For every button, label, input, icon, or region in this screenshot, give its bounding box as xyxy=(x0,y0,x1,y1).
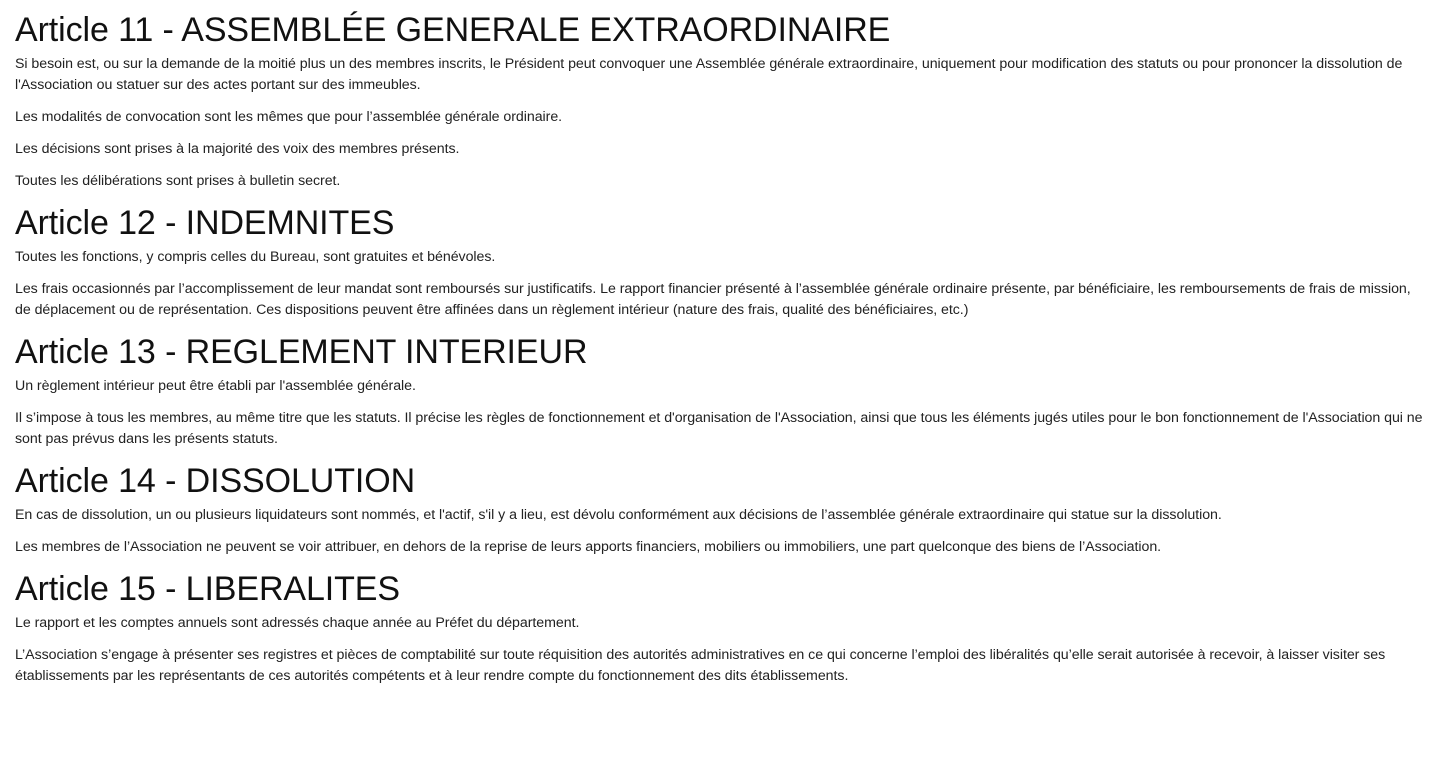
article-paragraph: Si besoin est, ou sur la demande de la m… xyxy=(15,56,1403,93)
article-paragraph: Les décisions sont prises à la majorité … xyxy=(15,141,460,157)
article-title: Article 12 - INDEMNITES xyxy=(15,204,395,242)
article-paragraph: Toutes les délibérations sont prises à b… xyxy=(15,173,341,189)
article-15: Article 15 - LIBERALITES Le rapport et l… xyxy=(15,569,1424,687)
article-title: Article 11 - ASSEMBLÉE GENERALE EXTRAORD… xyxy=(15,11,891,49)
article-paragraph: Le rapport et les comptes annuels sont a… xyxy=(15,615,580,631)
article-title: Article 15 - LIBERALITES xyxy=(15,570,400,608)
article-paragraph: Les membres de l’Association ne peuvent … xyxy=(15,539,1162,555)
article-14: Article 14 - DISSOLUTION En cas de disso… xyxy=(15,461,1424,558)
article-paragraph: Les frais occasionnés par l’accomplissem… xyxy=(15,281,1411,318)
article-paragraph: Les modalités de convocation sont les mê… xyxy=(15,109,563,125)
article-11: Article 11 - ASSEMBLÉE GENERALE EXTRAORD… xyxy=(15,10,1424,192)
document-body: Article 11 - ASSEMBLÉE GENERALE EXTRAORD… xyxy=(0,0,1438,687)
article-paragraph: Un règlement intérieur peut être établi … xyxy=(15,378,416,394)
article-paragraph: Toutes les fonctions, y compris celles d… xyxy=(15,249,496,265)
article-13: Article 13 - REGLEMENT INTERIEUR Un règl… xyxy=(15,332,1424,450)
article-title: Article 13 - REGLEMENT INTERIEUR xyxy=(15,333,588,371)
article-paragraph: L’Association s’engage à présenter ses r… xyxy=(15,647,1386,684)
article-paragraph: Il s’impose à tous les membres, au même … xyxy=(15,410,1423,447)
article-title: Article 14 - DISSOLUTION xyxy=(15,462,416,500)
article-paragraph: En cas de dissolution, un ou plusieurs l… xyxy=(15,507,1222,523)
article-12: Article 12 - INDEMNITES Toutes les fonct… xyxy=(15,203,1424,321)
